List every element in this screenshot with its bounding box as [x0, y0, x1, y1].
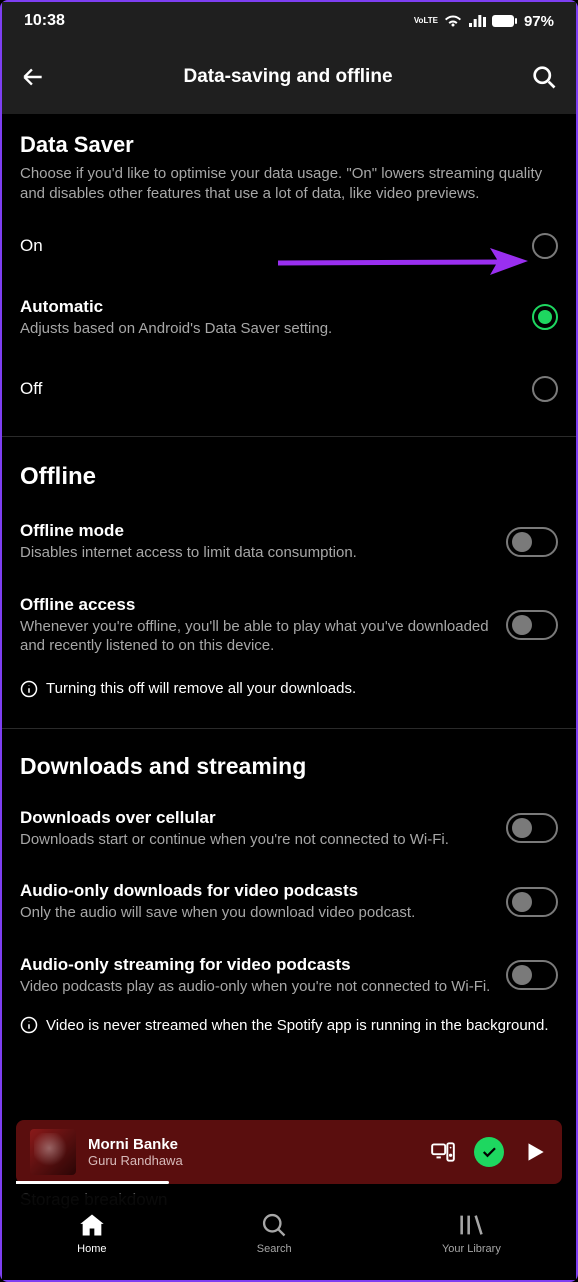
home-icon	[78, 1211, 106, 1239]
toggle-off-icon	[506, 960, 558, 990]
downloads-cellular-row[interactable]: Downloads over cellular Downloads start …	[2, 786, 576, 866]
offline-access-label: Offline access	[20, 595, 492, 615]
nav-search-label: Search	[257, 1243, 292, 1255]
offline-mode-label: Offline mode	[20, 521, 492, 541]
nav-home[interactable]: Home	[77, 1211, 106, 1255]
downloads-note-text: Video is never streamed when the Spotify…	[46, 1017, 549, 1034]
downloads-cellular-label: Downloads over cellular	[20, 808, 492, 828]
nav-library[interactable]: Your Library	[442, 1211, 501, 1255]
info-icon	[20, 1016, 38, 1034]
nav-home-label: Home	[77, 1243, 106, 1255]
downloads-cellular-sub: Downloads start or continue when you're …	[20, 830, 492, 850]
status-bar: 10:38 VoLTE 97%	[2, 2, 576, 40]
toggle-off-icon	[506, 887, 558, 917]
search-icon	[530, 63, 558, 91]
track-artist: Guru Randhawa	[88, 1153, 418, 1168]
data-saver-desc: Choose if you'd like to optimise your da…	[20, 164, 558, 205]
play-icon	[522, 1139, 548, 1165]
toggle-off-icon	[506, 610, 558, 640]
player-labels: Morni Banke Guru Randhawa	[88, 1136, 418, 1168]
toggle-off-icon	[506, 527, 558, 557]
audio-only-downloads-row[interactable]: Audio-only downloads for video podcasts …	[2, 865, 576, 939]
back-button[interactable]	[20, 64, 46, 90]
audio-dl-sub: Only the audio will save when you downlo…	[20, 903, 492, 923]
toggle-off-icon	[506, 813, 558, 843]
downloads-title: Downloads and streaming	[20, 753, 558, 780]
connect-device-button[interactable]	[430, 1139, 456, 1165]
audio-stream-sub: Video podcasts play as audio-only when y…	[20, 977, 492, 997]
downloads-section: Downloads and streaming	[2, 729, 576, 780]
radio-selected-icon	[532, 304, 558, 330]
offline-access-sub: Whenever you're offline, you'll be able …	[20, 617, 492, 656]
status-indicators: VoLTE 97%	[414, 13, 554, 30]
battery-percent: 97%	[524, 13, 554, 30]
now-playing-bar[interactable]: Morni Banke Guru Randhawa	[16, 1120, 562, 1184]
option-auto-label: Automatic	[20, 297, 518, 317]
offline-section: Offline	[2, 437, 576, 491]
data-saver-option-on[interactable]: On	[2, 205, 576, 281]
nav-library-label: Your Library	[442, 1243, 501, 1255]
downloads-note-row: Video is never streamed when the Spotify…	[2, 1012, 576, 1052]
track-title: Morni Banke	[88, 1136, 418, 1153]
added-check-button[interactable]	[474, 1137, 504, 1167]
player-progress	[16, 1181, 169, 1184]
library-icon	[457, 1211, 485, 1239]
audio-only-streaming-row[interactable]: Audio-only streaming for video podcasts …	[2, 939, 576, 1013]
radio-icon	[532, 233, 558, 259]
data-saver-section: Data Saver Choose if you'd like to optim…	[2, 114, 576, 205]
radio-icon	[532, 376, 558, 402]
offline-mode-sub: Disables internet access to limit data c…	[20, 543, 492, 563]
offline-access-row[interactable]: Offline access Whenever you're offline, …	[2, 579, 576, 672]
info-icon	[20, 680, 38, 698]
devices-icon	[430, 1139, 456, 1165]
data-saver-title: Data Saver	[20, 132, 558, 158]
offline-title: Offline	[20, 463, 558, 491]
battery-icon	[492, 14, 518, 28]
offline-warning-row: Turning this off will remove all your do…	[2, 672, 576, 716]
audio-dl-label: Audio-only downloads for video podcasts	[20, 881, 492, 901]
app-bar: Data-saving and offline	[2, 40, 576, 114]
play-button[interactable]	[522, 1139, 548, 1165]
volte-indicator: VoLTE	[414, 17, 438, 25]
back-arrow-icon	[20, 64, 46, 90]
audio-stream-label: Audio-only streaming for video podcasts	[20, 955, 492, 975]
option-on-label: On	[20, 236, 518, 256]
page-title: Data-saving and offline	[64, 66, 512, 88]
data-saver-option-automatic[interactable]: Automatic Adjusts based on Android's Dat…	[2, 281, 576, 355]
bottom-nav: Home Search Your Library	[2, 1194, 576, 1280]
status-time: 10:38	[24, 12, 65, 30]
offline-mode-row[interactable]: Offline mode Disables internet access to…	[2, 497, 576, 579]
data-saver-option-off[interactable]: Off	[2, 354, 576, 424]
nav-search[interactable]: Search	[257, 1211, 292, 1255]
signal-icon	[468, 14, 486, 28]
option-auto-sub: Adjusts based on Android's Data Saver se…	[20, 319, 518, 339]
offline-warning-text: Turning this off will remove all your do…	[46, 680, 356, 697]
album-art	[30, 1129, 76, 1175]
search-button[interactable]	[530, 63, 558, 91]
check-icon	[480, 1143, 498, 1161]
wifi-icon	[444, 14, 462, 28]
search-icon	[260, 1211, 288, 1239]
option-off-label: Off	[20, 379, 518, 399]
